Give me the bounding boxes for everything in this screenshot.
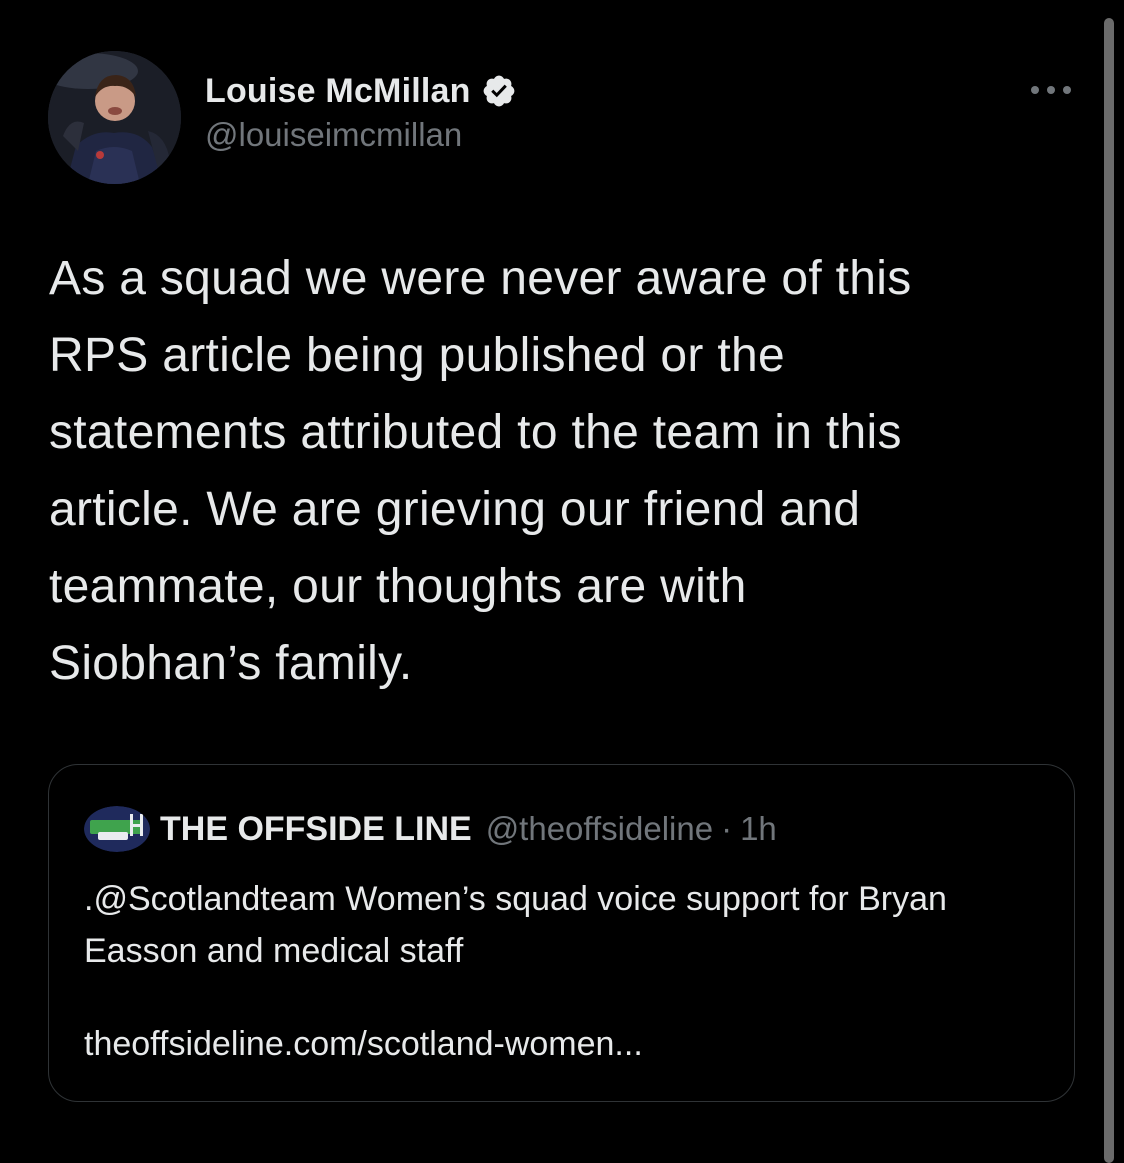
verified-badge-icon (481, 73, 517, 109)
quoted-tweet[interactable]: THE OFFSIDE LINE @theoffsideline · 1h .@… (48, 764, 1075, 1102)
author-info: Louise McMillan @louiseimcmillan (205, 68, 517, 154)
quoted-author-avatar[interactable] (84, 806, 150, 852)
quoted-author-handle[interactable]: @theoffsideline (486, 810, 713, 848)
more-horizontal-icon[interactable] (1026, 78, 1076, 102)
tweet-text: As a squad we were never aware of this R… (49, 252, 912, 690)
author-name-row: Louise McMillan (205, 68, 517, 114)
quoted-author-display-name[interactable]: THE OFFSIDE LINE (160, 810, 472, 849)
quoted-tweet-text: .@Scotlandteam Women’s squad voice suppo… (84, 880, 947, 970)
author-avatar[interactable] (48, 51, 181, 184)
quoted-tweet-header: THE OFFSIDE LINE @theoffsideline · 1h (84, 806, 777, 852)
quoted-tweet-timestamp[interactable]: 1h (740, 810, 777, 848)
quoted-tweet-link[interactable]: theoffsideline.com/scotland-women... (84, 1025, 643, 1064)
author-handle[interactable]: @louiseimcmillan (205, 116, 517, 154)
scrollbar[interactable] (1104, 18, 1114, 1163)
separator-dot: · (721, 810, 733, 847)
author-display-name[interactable]: Louise McMillan (205, 72, 471, 111)
tweet: Louise McMillan @louiseimcmillan As a sq… (0, 0, 1124, 1163)
